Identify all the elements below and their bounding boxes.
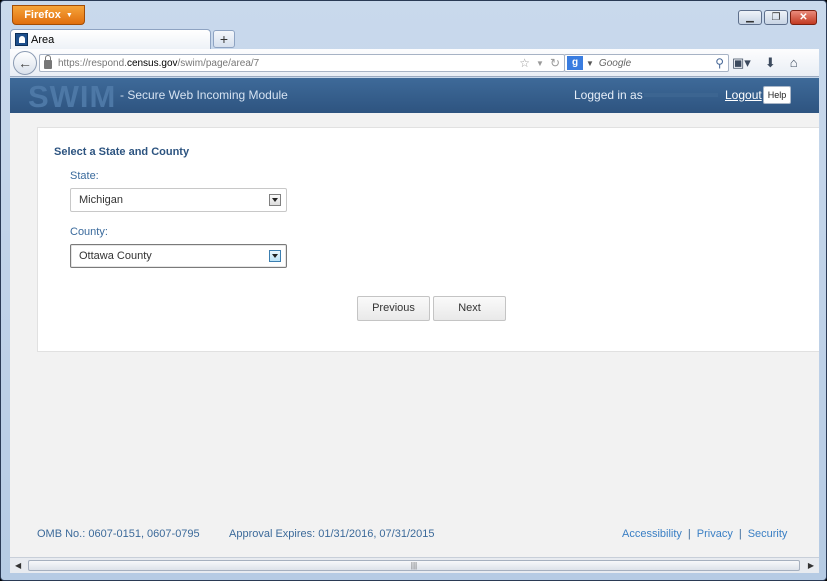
window-controls: ▁ ❐ ✕ [738, 10, 817, 25]
redacted-username [644, 93, 718, 97]
accessibility-link[interactable]: Accessibility [622, 528, 682, 540]
privacy-link[interactable]: Privacy [697, 528, 733, 540]
help-button[interactable]: Help [763, 86, 791, 104]
county-value: Ottawa County [79, 250, 152, 262]
dropdown-icon[interactable]: ▼ [536, 56, 544, 72]
scrollbar-thumb[interactable]: ||| [28, 560, 800, 571]
tab-area[interactable]: Area [10, 29, 211, 49]
browser-window: Firefox ▼ ▁ ❐ ✕ Area + ← https://respond… [0, 0, 827, 581]
county-label: County: [70, 226, 108, 238]
swim-logo: SWIM [28, 79, 117, 114]
search-placeholder: Google [598, 57, 632, 69]
footer-links: Accessibility | Privacy | Security [622, 528, 787, 540]
county-select[interactable]: Ottawa County [70, 244, 287, 268]
selection-card: Select a State and County State: Michiga… [37, 127, 819, 352]
bookmarks-icon[interactable]: ▣▾ [732, 55, 751, 71]
horizontal-scrollbar[interactable]: ◀ ||| ▶ [10, 557, 819, 573]
home-icon[interactable]: ⌂ [790, 55, 798, 71]
previous-button[interactable]: Previous [357, 296, 430, 321]
dropdown-arrow-icon[interactable] [269, 194, 281, 206]
url-text: https://respond.census.gov/swim/page/are… [58, 57, 260, 69]
omb-number: OMB No.: 0607-0151, 0607-0795 [37, 528, 200, 540]
star-icon[interactable]: ☆ [519, 56, 530, 72]
restore-button[interactable]: ❐ [764, 10, 788, 25]
state-select[interactable]: Michigan [70, 188, 287, 212]
next-button[interactable]: Next [433, 296, 506, 321]
reload-icon[interactable]: ↻ [550, 56, 560, 72]
tab-title: Area [31, 33, 55, 46]
logged-in-label: Logged in as [574, 88, 643, 102]
firefox-menu-button[interactable]: Firefox ▼ [12, 5, 85, 25]
chevron-down-icon: ▼ [586, 58, 594, 68]
search-input[interactable]: g ▼ Google ⚲ [564, 54, 729, 72]
page-content: SWIM - Secure Web Incoming Module Logged… [10, 78, 819, 557]
firefox-menu-label: Firefox [24, 9, 61, 21]
approval-expiry: Approval Expires: 01/31/2016, 07/31/2015 [229, 528, 435, 540]
separator: | [738, 528, 742, 540]
minimize-button[interactable]: ▁ [738, 10, 762, 25]
app-banner: SWIM - Secure Web Incoming Module Logged… [10, 78, 819, 114]
close-window-button[interactable]: ✕ [790, 10, 817, 25]
scroll-left-icon[interactable]: ◀ [15, 561, 21, 570]
navigation-toolbar: ← https://respond.census.gov/swim/page/a… [10, 49, 819, 77]
download-icon[interactable]: ⬇ [765, 55, 776, 71]
dropdown-arrow-icon[interactable] [269, 250, 281, 262]
chevron-down-icon: ▼ [65, 11, 73, 19]
new-tab-button[interactable]: + [213, 30, 235, 48]
lock-icon [44, 55, 52, 69]
banner-subtitle: - Secure Web Incoming Module [120, 88, 288, 102]
separator: | [687, 528, 691, 540]
scroll-right-icon[interactable]: ▶ [808, 561, 814, 570]
form-heading: Select a State and County [54, 146, 190, 158]
security-link[interactable]: Security [748, 528, 788, 540]
magnifier-icon[interactable]: ⚲ [715, 56, 724, 70]
census-favicon-icon [15, 33, 28, 46]
url-bar[interactable]: https://respond.census.gov/swim/page/are… [39, 54, 565, 72]
logout-link[interactable]: Logout [725, 88, 762, 102]
state-label: State: [70, 170, 99, 182]
google-icon[interactable]: g [567, 56, 583, 70]
toolbar-icons: ▣▾ ⬇ ⌂ [732, 55, 798, 71]
back-arrow-icon: ← [18, 55, 32, 71]
back-button[interactable]: ← [13, 51, 37, 75]
state-value: Michigan [79, 194, 124, 206]
